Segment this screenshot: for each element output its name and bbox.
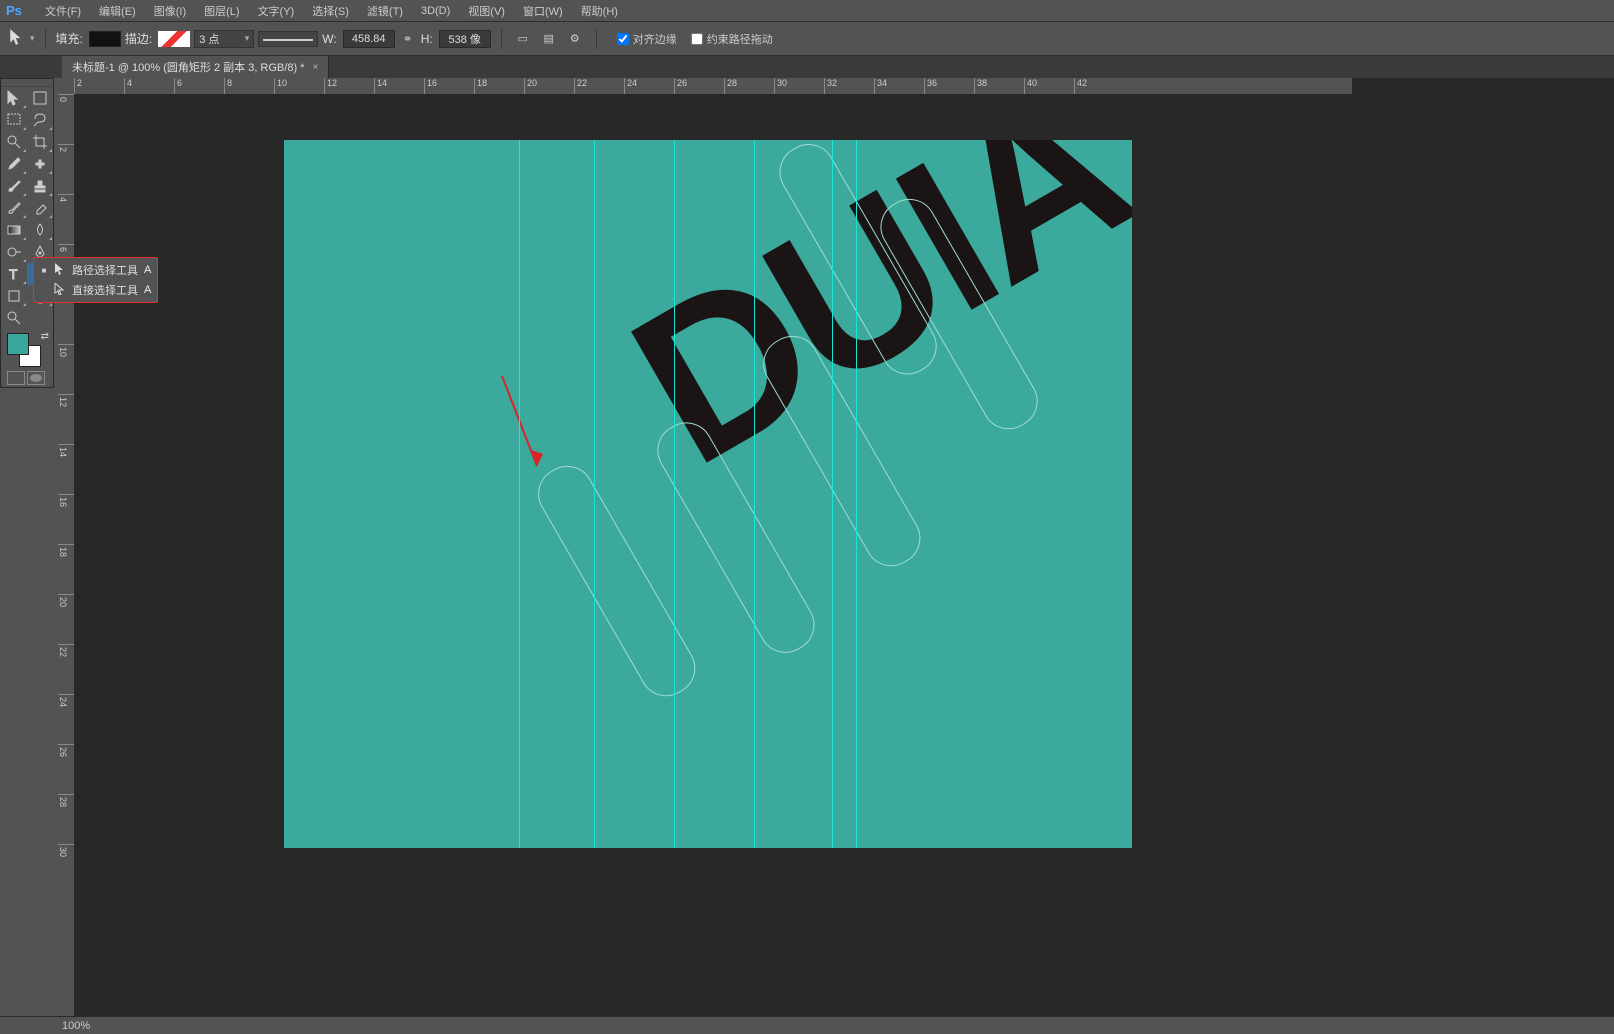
menu-image[interactable]: 图像(I): [145, 0, 195, 22]
close-icon[interactable]: ×: [312, 62, 318, 73]
dropdown-icon[interactable]: ▾: [30, 33, 35, 44]
swap-colors-icon[interactable]: ⇄: [41, 331, 49, 342]
quickmask-toggle[interactable]: [1, 369, 53, 387]
flyout-direct-selection[interactable]: 直接选择工具 A: [34, 280, 157, 300]
brush-tool[interactable]: [1, 175, 27, 197]
menu-bar: Ps 文件(F) 编辑(E) 图像(I) 图层(L) 文字(Y) 选择(S) 滤…: [0, 0, 1614, 22]
active-bullet-icon: ■: [40, 266, 48, 275]
app-logo: Ps: [6, 3, 28, 19]
fill-swatch[interactable]: [89, 31, 121, 47]
flyout-shortcut: A: [144, 284, 151, 296]
constrain-drag-check[interactable]: 约束路径拖动: [691, 31, 773, 47]
direct-select-icon: [54, 283, 66, 298]
path-align-icon[interactable]: ▭: [512, 28, 534, 50]
width-input[interactable]: [343, 30, 395, 48]
gradient-tool[interactable]: [1, 219, 27, 241]
separator: [45, 29, 46, 49]
menu-help[interactable]: 帮助(H): [572, 0, 627, 22]
edit-toolbar[interactable]: [27, 307, 53, 329]
menu-select[interactable]: 选择(S): [303, 0, 358, 22]
artwork: DUIA: [284, 140, 1132, 848]
path-arrange-icon[interactable]: ▤: [538, 28, 560, 50]
guide-vertical[interactable]: [674, 140, 675, 848]
path-select-cursor-icon[interactable]: [8, 28, 26, 49]
zoom-tool[interactable]: [1, 307, 27, 329]
status-bar: 100%: [0, 1016, 1614, 1034]
marquee-tool[interactable]: [1, 109, 27, 131]
crop-tool[interactable]: [27, 131, 53, 153]
history-brush-tool[interactable]: [1, 197, 27, 219]
toolbox: T ⇄: [0, 78, 54, 388]
path-select-icon: [54, 263, 66, 278]
blur-tool[interactable]: [27, 219, 53, 241]
height-input[interactable]: [439, 30, 491, 48]
link-icon[interactable]: ⚭: [399, 32, 417, 46]
stamp-tool[interactable]: [27, 175, 53, 197]
width-label: W:: [322, 32, 336, 46]
type-tool[interactable]: T: [1, 263, 27, 285]
toolbox-grip[interactable]: [1, 79, 53, 87]
tool-flyout-menu: ■ 路径选择工具 A 直接选择工具 A: [33, 257, 158, 303]
height-label: H:: [421, 32, 433, 46]
menu-file[interactable]: 文件(F): [36, 0, 90, 22]
constrain-drag-label: 约束路径拖动: [707, 31, 773, 47]
gear-icon[interactable]: ⚙: [564, 28, 586, 50]
menu-3d[interactable]: 3D(D): [412, 2, 459, 20]
options-bar: ▾ 填充: 描边: 3 点 W: ⚭ H: ▭ ▤ ⚙ 对齐边缘 约束路径拖动: [0, 22, 1614, 56]
menu-filter[interactable]: 滤镜(T): [358, 0, 412, 22]
guide-vertical[interactable]: [832, 140, 833, 848]
healing-tool[interactable]: [27, 153, 53, 175]
eyedropper-tool[interactable]: [1, 153, 27, 175]
menu-window[interactable]: 窗口(W): [514, 0, 572, 22]
dodge-tool[interactable]: [1, 241, 27, 263]
quick-select-tool[interactable]: [1, 131, 27, 153]
flyout-label: 路径选择工具: [72, 262, 138, 278]
zoom-readout[interactable]: 100%: [62, 1020, 90, 1032]
shape-tool[interactable]: [1, 285, 27, 307]
svg-text:DUIA: DUIA: [595, 140, 1133, 511]
document-tab[interactable]: 未标题-1 @ 100% (圆角矩形 2 副本 3, RGB/8) * ×: [62, 56, 329, 78]
lasso-tool[interactable]: [27, 109, 53, 131]
svg-text:T: T: [9, 266, 18, 282]
canvas-area[interactable]: DUIA: [74, 94, 1352, 1016]
align-edges-label: 对齐边缘: [633, 31, 677, 47]
eraser-tool[interactable]: [27, 197, 53, 219]
stroke-size-input[interactable]: 3 点: [194, 30, 254, 48]
flyout-shortcut: A: [144, 264, 151, 276]
ruler-vertical[interactable]: 024681012141618202224262830: [58, 94, 74, 1016]
artboard-tool[interactable]: [27, 87, 53, 109]
guide-vertical[interactable]: [594, 140, 595, 848]
flyout-path-selection[interactable]: ■ 路径选择工具 A: [34, 260, 157, 280]
stroke-style-dropdown[interactable]: [258, 31, 318, 47]
stroke-label: 描边:: [125, 30, 152, 47]
guide-vertical[interactable]: [856, 140, 857, 848]
canvas-wrap: 24681012141618202224262830323436384042 0…: [58, 78, 1352, 1016]
fill-label: 填充:: [56, 30, 83, 47]
align-edges-check[interactable]: 对齐边缘: [617, 31, 677, 47]
document-title: 未标题-1 @ 100% (圆角矩形 2 副本 3, RGB/8) *: [72, 59, 304, 75]
foreground-color[interactable]: [7, 333, 29, 355]
color-swatches[interactable]: ⇄: [1, 329, 53, 369]
separator: [501, 29, 502, 49]
guide-vertical[interactable]: [754, 140, 755, 848]
flyout-label: 直接选择工具: [72, 282, 138, 298]
ruler-horizontal[interactable]: 24681012141618202224262830323436384042: [74, 78, 1352, 94]
stroke-swatch[interactable]: [158, 31, 190, 47]
menu-type[interactable]: 文字(Y): [249, 0, 304, 22]
separator: [596, 29, 597, 49]
menu-layer[interactable]: 图层(L): [195, 0, 248, 22]
menu-view[interactable]: 视图(V): [459, 0, 514, 22]
document-tabs: 未标题-1 @ 100% (圆角矩形 2 副本 3, RGB/8) * ×: [0, 56, 1614, 78]
right-panels-collapsed[interactable]: [1352, 78, 1614, 1016]
menu-edit[interactable]: 编辑(E): [90, 0, 145, 22]
document[interactable]: DUIA: [284, 140, 1132, 848]
move-tool[interactable]: [1, 87, 27, 109]
guide-vertical[interactable]: [519, 140, 520, 848]
